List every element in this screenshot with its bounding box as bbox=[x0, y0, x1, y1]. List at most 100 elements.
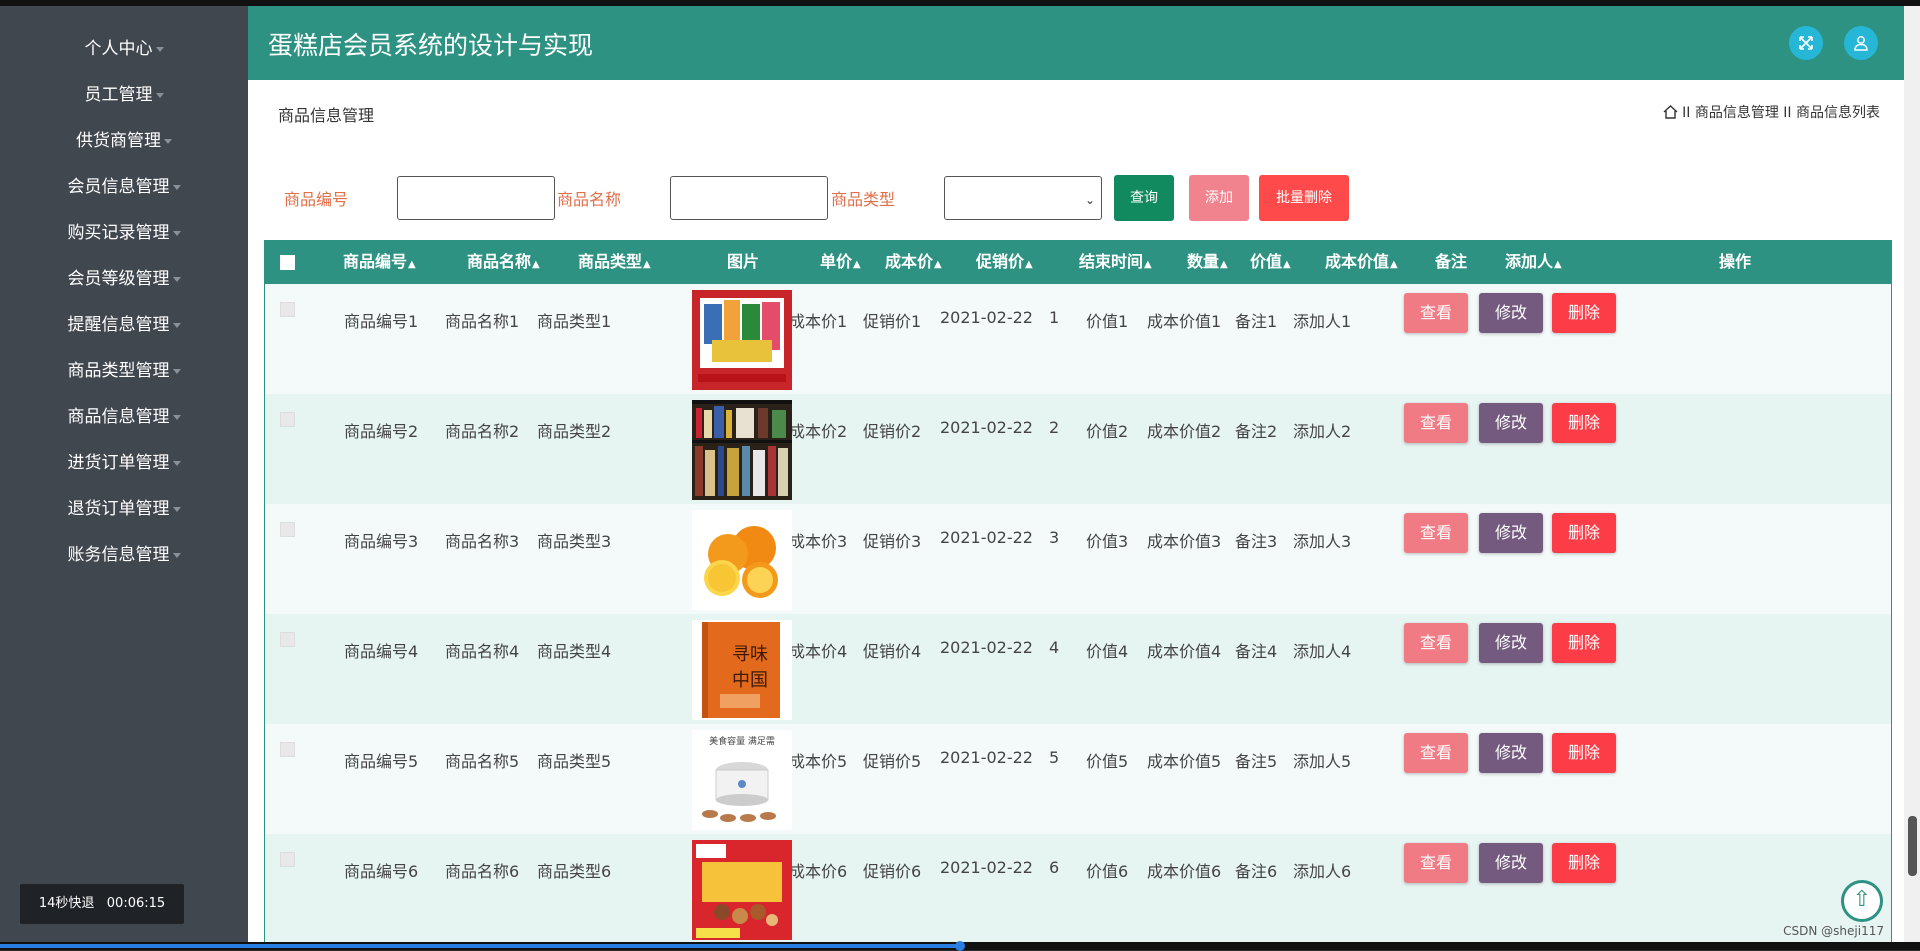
breadcrumb-item[interactable]: 商品信息管理 bbox=[1695, 105, 1779, 121]
vertical-scrollbar[interactable] bbox=[1904, 6, 1920, 942]
delete-button[interactable]: 删除 bbox=[1552, 733, 1616, 773]
delete-button[interactable]: 删除 bbox=[1552, 623, 1616, 663]
cell-note: 备注4 bbox=[1235, 642, 1278, 661]
edit-button[interactable]: 修改 bbox=[1479, 293, 1543, 333]
delete-button[interactable]: 删除 bbox=[1552, 843, 1616, 883]
column-header-value[interactable]: 价值▲ bbox=[1250, 240, 1291, 284]
edit-button[interactable]: 修改 bbox=[1479, 513, 1543, 553]
product-image[interactable] bbox=[692, 840, 792, 940]
chevron-down-icon bbox=[172, 460, 181, 466]
column-header-code[interactable]: 商品编号▲ bbox=[343, 240, 416, 284]
product-image[interactable] bbox=[692, 510, 792, 610]
product-name-input[interactable] bbox=[670, 176, 828, 220]
cell-cost: 成本价6 bbox=[789, 862, 848, 881]
cell-cost: 成本价2 bbox=[789, 422, 848, 441]
column-header-end-time[interactable]: 结束时间▲ bbox=[1079, 240, 1152, 284]
sidebar-item-supplier[interactable]: 供货商管理 bbox=[0, 118, 248, 164]
chevron-down-icon bbox=[172, 276, 181, 282]
scrollbar-thumb[interactable] bbox=[1908, 816, 1917, 876]
product-image[interactable] bbox=[692, 290, 792, 390]
add-button[interactable]: 添加 bbox=[1189, 175, 1249, 221]
sort-icon: ▲ bbox=[934, 259, 942, 270]
column-header-quantity[interactable]: 数量▲ bbox=[1187, 240, 1228, 284]
view-button[interactable]: 查看 bbox=[1404, 733, 1468, 773]
breadcrumb: II 商品信息管理 II 商品信息列表 bbox=[1663, 102, 1880, 122]
delete-button[interactable]: 删除 bbox=[1552, 513, 1616, 553]
column-header-cost-value[interactable]: 成本价值▲ bbox=[1325, 240, 1398, 284]
column-header-name[interactable]: 商品名称▲ bbox=[467, 240, 540, 284]
cell-name: 商品名称4 bbox=[445, 642, 520, 661]
cell-code: 商品编号5 bbox=[344, 752, 419, 771]
sidebar-item-purchase-records[interactable]: 购买记录管理 bbox=[0, 210, 248, 256]
view-button[interactable]: 查看 bbox=[1404, 843, 1468, 883]
column-header-promo[interactable]: 促销价▲ bbox=[976, 240, 1033, 284]
select-all-checkbox[interactable] bbox=[280, 255, 295, 270]
column-header-adder[interactable]: 添加人▲ bbox=[1505, 240, 1562, 284]
product-type-select[interactable]: ⌄ bbox=[944, 176, 1102, 220]
delete-button[interactable]: 删除 bbox=[1552, 293, 1616, 333]
cell-promo: 促销价6 bbox=[863, 862, 922, 881]
cell-adder: 添加人3 bbox=[1293, 532, 1352, 551]
view-button[interactable]: 查看 bbox=[1404, 513, 1468, 553]
cell-cost: 成本价5 bbox=[789, 752, 848, 771]
column-header-type[interactable]: 商品类型▲ bbox=[578, 240, 651, 284]
column-header-note: 备注 bbox=[1435, 252, 1468, 271]
product-image[interactable]: 美食容量 满足需 bbox=[692, 730, 792, 830]
row-checkbox[interactable] bbox=[280, 852, 295, 867]
product-table: 商品编号▲ 商品名称▲ 商品类型▲ 图片 单价▲ 成本价▲ 促销价▲ 结束时间▲… bbox=[264, 240, 1892, 942]
row-checkbox[interactable] bbox=[280, 302, 295, 317]
sidebar-item-member-level[interactable]: 会员等级管理 bbox=[0, 256, 248, 302]
home-icon[interactable] bbox=[1663, 105, 1678, 119]
row-checkbox[interactable] bbox=[280, 632, 295, 647]
search-button[interactable]: 查询 bbox=[1114, 175, 1174, 221]
breadcrumb-item: 商品信息列表 bbox=[1796, 105, 1880, 121]
table-row: 商品编号4商品名称4商品类型44成本价4促销价42021-02-224价值4成本… bbox=[265, 614, 1891, 724]
sort-icon: ▲ bbox=[1283, 259, 1291, 270]
cell-promo: 促销价4 bbox=[863, 642, 922, 661]
view-button[interactable]: 查看 bbox=[1404, 623, 1468, 663]
cell-quantity: 2 bbox=[1049, 418, 1060, 437]
edit-button[interactable]: 修改 bbox=[1479, 733, 1543, 773]
sidebar-item-accounts[interactable]: 账务信息管理 bbox=[0, 532, 248, 578]
column-header-cost[interactable]: 成本价▲ bbox=[885, 240, 942, 284]
sort-icon: ▲ bbox=[1220, 259, 1228, 270]
edit-button[interactable]: 修改 bbox=[1479, 843, 1543, 883]
batch-delete-button[interactable]: 批量删除 bbox=[1259, 175, 1349, 221]
product-code-input[interactable] bbox=[397, 176, 555, 220]
edit-button[interactable]: 修改 bbox=[1479, 403, 1543, 443]
column-header-price[interactable]: 单价▲ bbox=[820, 240, 861, 284]
sidebar-item-reminder[interactable]: 提醒信息管理 bbox=[0, 302, 248, 348]
sidebar-item-label: 提醒信息管理 bbox=[67, 315, 170, 335]
cell-promo: 促销价2 bbox=[863, 422, 922, 441]
view-button[interactable]: 查看 bbox=[1404, 293, 1468, 333]
sidebar-item-staff[interactable]: 员工管理 bbox=[0, 72, 248, 118]
view-button[interactable]: 查看 bbox=[1404, 403, 1468, 443]
main-content: 蛋糕店会员系统的设计与实现 商品信息管理 II 商品信息管理 II 商品信息列表… bbox=[248, 6, 1904, 942]
sidebar-item-member-info[interactable]: 会员信息管理 bbox=[0, 164, 248, 210]
sidebar-item-personal-center[interactable]: 个人中心 bbox=[0, 26, 248, 72]
table-row: 商品编号3商品名称3商品类型33成本价3促销价32021-02-223价值3成本… bbox=[265, 504, 1891, 614]
sidebar-item-product-info[interactable]: 商品信息管理 bbox=[0, 394, 248, 440]
row-checkbox[interactable] bbox=[280, 412, 295, 427]
back-to-top-button[interactable]: ⇧ bbox=[1841, 880, 1883, 922]
user-button[interactable] bbox=[1844, 26, 1878, 60]
chevron-down-icon bbox=[172, 230, 181, 236]
fullscreen-button[interactable] bbox=[1789, 26, 1823, 60]
product-image[interactable]: 寻味 中国 bbox=[692, 620, 792, 720]
row-checkbox[interactable] bbox=[280, 522, 295, 537]
row-checkbox[interactable] bbox=[280, 742, 295, 757]
sidebar-item-purchase-order[interactable]: 进货订单管理 bbox=[0, 440, 248, 486]
product-image[interactable] bbox=[692, 400, 792, 500]
video-rewind-overlay[interactable]: 14秒快退 00:06:15 bbox=[20, 884, 184, 924]
fullscreen-icon bbox=[1799, 36, 1813, 50]
edit-button[interactable]: 修改 bbox=[1479, 623, 1543, 663]
delete-button[interactable]: 删除 bbox=[1552, 403, 1616, 443]
chevron-down-icon bbox=[172, 322, 181, 328]
sidebar-item-return-order[interactable]: 退货订单管理 bbox=[0, 486, 248, 532]
sidebar-item-product-type[interactable]: 商品类型管理 bbox=[0, 348, 248, 394]
sidebar-item-label: 退货订单管理 bbox=[67, 499, 170, 519]
cell-adder: 添加人5 bbox=[1293, 752, 1352, 771]
cell-quantity: 4 bbox=[1049, 638, 1060, 657]
sidebar-item-label: 供货商管理 bbox=[76, 131, 161, 151]
cell-value: 价值5 bbox=[1086, 752, 1129, 771]
